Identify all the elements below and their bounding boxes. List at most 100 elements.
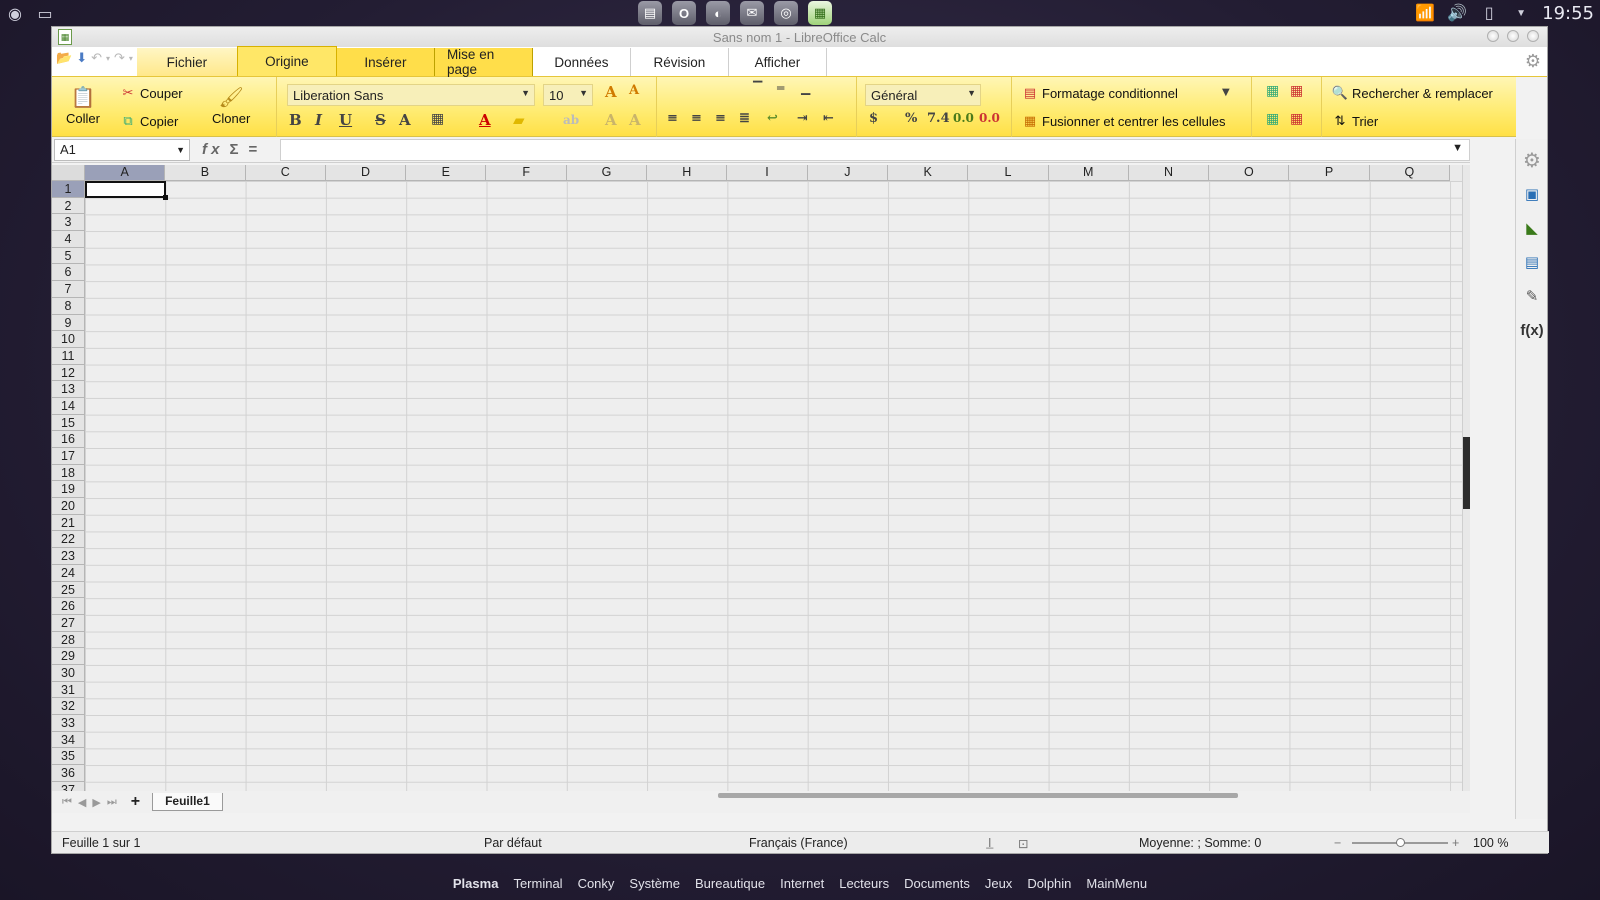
row-header[interactable]: 18 xyxy=(52,464,85,482)
column-header[interactable]: M xyxy=(1048,165,1129,181)
row-header[interactable]: 17 xyxy=(52,448,85,465)
column-header[interactable]: G xyxy=(566,165,648,181)
sort-button[interactable]: ⇅ Trier xyxy=(1332,113,1379,129)
zoom-in-button[interactable]: + xyxy=(1452,836,1459,850)
window-titlebar[interactable]: ▦ Sans nom 1 - LibreOffice Calc xyxy=(52,27,1547,47)
copy-button[interactable]: ⧉ Copier xyxy=(120,113,178,129)
page-style[interactable]: Par défaut xyxy=(484,836,542,850)
font-color-icon[interactable]: A xyxy=(479,111,491,129)
file-manager-launcher-icon[interactable]: ▤ xyxy=(638,1,662,25)
battery-icon[interactable]: ▯ xyxy=(1478,2,1500,24)
row-header[interactable]: 4 xyxy=(52,231,85,248)
column-header[interactable]: I xyxy=(727,165,808,181)
row-header[interactable]: 15 xyxy=(52,414,85,432)
shadow-icon[interactable]: A xyxy=(399,111,411,129)
tab-donnees[interactable]: Données xyxy=(532,48,631,76)
column-header[interactable]: C xyxy=(245,165,326,181)
row-header[interactable]: 11 xyxy=(52,347,85,365)
strikethrough-icon[interactable]: S xyxy=(375,111,386,129)
number-format-combo[interactable]: Général ▼ xyxy=(865,84,981,106)
increase-indent-icon[interactable]: ⇥ xyxy=(797,111,808,126)
language[interactable]: Français (France) xyxy=(749,836,848,850)
row-header[interactable]: 25 xyxy=(52,581,85,599)
formula-input[interactable]: ▼ xyxy=(280,139,1470,161)
tab-inserer[interactable]: Insérer xyxy=(336,48,435,76)
row-header[interactable]: 5 xyxy=(52,247,85,265)
zoom-slider[interactable] xyxy=(1352,838,1448,847)
undo-dropdown-icon[interactable]: ▾ xyxy=(106,54,110,63)
row-header[interactable]: 24 xyxy=(52,564,85,582)
prev-sheet-icon[interactable]: ◀ xyxy=(78,796,86,809)
chevron-down-icon[interactable]: ▼ xyxy=(1222,87,1230,98)
row-header[interactable]: 8 xyxy=(52,297,85,315)
column-header[interactable]: L xyxy=(968,165,1049,181)
taskbar-item[interactable]: Terminal xyxy=(513,876,562,898)
tab-revision[interactable]: Révision xyxy=(630,48,729,76)
align-center-icon[interactable]: ≡ xyxy=(691,111,702,126)
active-cell[interactable] xyxy=(85,181,168,200)
insert-mode-icon[interactable]: I̲ xyxy=(988,836,991,850)
row-header[interactable]: 31 xyxy=(52,681,85,699)
row-header[interactable]: 14 xyxy=(52,397,85,415)
app-launcher-icon[interactable]: ◉ xyxy=(4,3,26,25)
expand-formula-icon[interactable]: ▼ xyxy=(1452,142,1463,154)
row-header[interactable]: 36 xyxy=(52,765,85,782)
taskbar-item[interactable]: Plasma xyxy=(453,876,499,898)
calc-launcher-icon[interactable]: ▦ xyxy=(808,1,832,25)
first-sheet-icon[interactable]: ⏮ xyxy=(62,796,72,809)
taskbar-item[interactable]: Jeux xyxy=(985,876,1012,898)
row-header[interactable]: 2 xyxy=(52,197,85,215)
zoom-level[interactable]: 100 % xyxy=(1473,836,1508,850)
maximize-button[interactable] xyxy=(1507,30,1519,42)
selection-mode-icon[interactable]: ⊡ xyxy=(1018,836,1028,851)
number-icon[interactable]: 7.4 xyxy=(927,111,950,126)
taskbar-item[interactable]: Lecteurs xyxy=(839,876,889,898)
row-header[interactable]: 28 xyxy=(52,631,85,649)
navigator-icon[interactable]: ✎ xyxy=(1519,283,1545,309)
zoom-out-button[interactable]: − xyxy=(1334,836,1341,850)
highlight-color-icon[interactable]: ▰ xyxy=(513,111,525,129)
row-header[interactable]: 33 xyxy=(52,715,85,732)
sidebar-settings-icon[interactable]: ⚙ xyxy=(1519,147,1545,173)
sum-icon[interactable]: Σ xyxy=(230,141,239,158)
column-header[interactable]: B xyxy=(165,165,246,181)
row-header[interactable]: 30 xyxy=(52,664,85,682)
row-header[interactable]: 22 xyxy=(52,531,85,549)
zoom-slider-knob[interactable] xyxy=(1396,838,1405,847)
name-box[interactable]: A1 ▼ xyxy=(54,139,190,161)
taskbar-item[interactable]: Internet xyxy=(780,876,824,898)
find-replace-button[interactable]: 🔍 Rechercher & remplacer xyxy=(1332,85,1493,101)
align-middle-icon[interactable]: ═ xyxy=(777,81,784,95)
conditional-format-button[interactable]: ▤ Formatage conditionnel xyxy=(1022,85,1178,101)
sheet-info[interactable]: Feuille 1 sur 1 xyxy=(62,836,141,850)
row-header[interactable]: 29 xyxy=(52,648,85,665)
row-header[interactable]: 37 xyxy=(52,781,85,791)
select-all-corner[interactable] xyxy=(52,165,85,181)
shrink-font-icon[interactable]: A xyxy=(629,83,639,98)
row-header[interactable]: 1 xyxy=(52,181,85,198)
borders-icon[interactable]: ▦ xyxy=(431,111,444,127)
row-header[interactable]: 13 xyxy=(52,381,85,398)
row-header[interactable]: 23 xyxy=(52,548,85,565)
open-icon[interactable]: 📂 xyxy=(56,50,72,66)
row-header[interactable]: 6 xyxy=(52,264,85,282)
horizontal-scrollbar[interactable] xyxy=(718,793,1458,798)
properties-icon[interactable]: ▣ xyxy=(1519,181,1545,207)
subscript-icon[interactable]: A xyxy=(629,111,641,129)
column-header[interactable]: O xyxy=(1209,165,1290,181)
font-name-combo[interactable]: Liberation Sans ▼ xyxy=(287,84,535,106)
taskbar-item[interactable]: Conky xyxy=(578,876,615,898)
merge-center-button[interactable]: ▦ Fusionner et centrer les cellules xyxy=(1022,113,1226,129)
scrollbar-thumb[interactable] xyxy=(1463,437,1470,509)
taskbar-item[interactable]: MainMenu xyxy=(1086,876,1147,898)
volume-icon[interactable]: 🔊 xyxy=(1446,2,1468,24)
add-sheet-button[interactable]: + xyxy=(131,793,140,811)
close-button[interactable] xyxy=(1527,30,1539,42)
character-spacing-icon[interactable]: ab xyxy=(563,113,579,127)
tray-expand-icon[interactable]: ▼ xyxy=(1510,2,1532,24)
currency-icon[interactable]: $ xyxy=(869,111,878,126)
cells-area[interactable] xyxy=(85,181,1470,791)
justify-icon[interactable]: ≣ xyxy=(739,111,750,126)
spreadsheet-grid[interactable]: ABCDEFGHIJKLMNOPQ 1 2 3 4 5 6 7 8 9 10 11 12 13 14 15 1… xyxy=(52,165,1470,791)
italic-icon[interactable]: I xyxy=(315,111,322,129)
